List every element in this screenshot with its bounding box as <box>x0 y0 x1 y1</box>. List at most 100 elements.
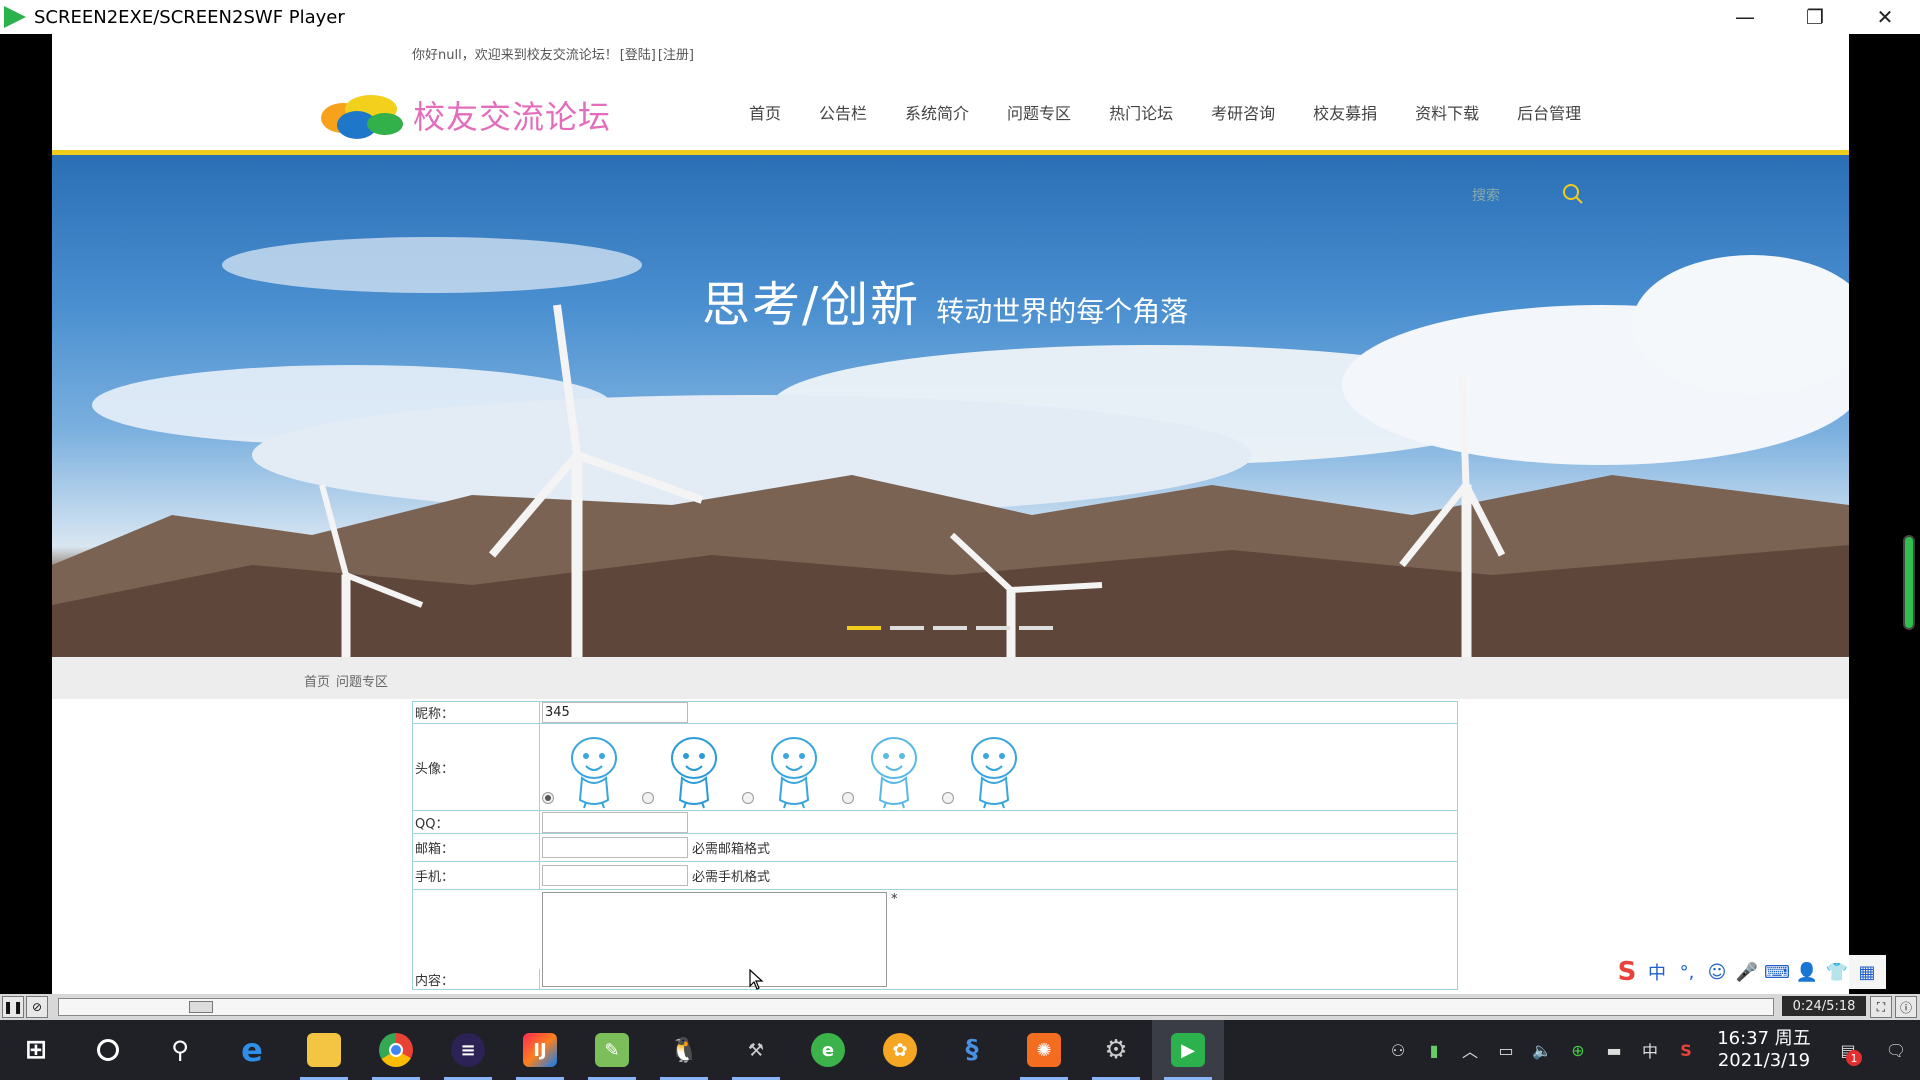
ime-punctuation-icon[interactable]: °, <box>1672 958 1702 986</box>
login-link[interactable]: [登陆] <box>620 48 656 63</box>
clock-date: 2021/3/19 <box>1717 1050 1811 1071</box>
content-label: 内容： <box>413 969 540 989</box>
ime-skin-icon[interactable]: 👕 <box>1822 958 1852 986</box>
phone-input[interactable] <box>542 865 688 886</box>
settings-gear-icon[interactable]: ⚙ <box>1080 1020 1152 1080</box>
avatar-option-2[interactable] <box>642 728 732 810</box>
windows-start-icon[interactable]: ⊞ <box>0 1020 72 1080</box>
avatar-option-5[interactable] <box>942 728 1032 810</box>
ime-keyboard-icon[interactable]: ⌨ <box>1762 958 1792 986</box>
avatar-radio-3[interactable] <box>742 792 754 804</box>
taskbar-clock[interactable]: 16:37 周五 2021/3/19 <box>1704 1028 1824 1072</box>
file-explorer-icon[interactable] <box>288 1020 360 1080</box>
photo-app-icon[interactable]: ✺ <box>1008 1020 1080 1080</box>
form-row-nickname: 昵称： 345 <box>412 701 1458 724</box>
avatar-option-4[interactable] <box>842 728 932 810</box>
notepad-icon[interactable]: ✎ <box>576 1020 648 1080</box>
avatar-radio-2[interactable] <box>642 792 654 804</box>
qq-input[interactable] <box>542 811 688 833</box>
cortana-icon[interactable] <box>72 1020 144 1080</box>
side-scroll-indicator[interactable] <box>1903 535 1915 630</box>
nav-item-questions[interactable]: 问题专区 <box>1007 100 1071 124</box>
wind-turbine-scene <box>52 237 1849 657</box>
eclipse-icon[interactable]: ≡ <box>432 1020 504 1080</box>
slide-dot-5[interactable] <box>1019 626 1053 630</box>
slide-dot-4[interactable] <box>976 626 1010 630</box>
avatar-radio-1[interactable] <box>542 792 554 804</box>
minimize-button[interactable]: — <box>1710 0 1780 34</box>
edge-icon[interactable]: e <box>216 1020 288 1080</box>
banner-headline-main: 思考/创新 <box>702 277 921 333</box>
nav-item-downloads[interactable]: 资料下载 <box>1415 100 1479 124</box>
clock-time: 16:37 周五 <box>1717 1028 1811 1049</box>
restore-button[interactable]: ❐ <box>1780 0 1850 34</box>
breadcrumb-home[interactable]: 首页 <box>304 675 330 690</box>
avatar-radio-5[interactable] <box>942 792 954 804</box>
ime-user-icon[interactable]: 👤 <box>1792 958 1822 986</box>
nav-item-donation[interactable]: 校友募捐 <box>1313 100 1377 124</box>
sogou-logo-icon[interactable]: S <box>1612 957 1642 987</box>
nav-item-hot-forum[interactable]: 热门论坛 <box>1109 100 1173 124</box>
intellij-icon[interactable]: IJ <box>504 1020 576 1080</box>
power-icon[interactable]: ▬ <box>1596 1020 1632 1080</box>
language-indicator[interactable]: 中 <box>1632 1020 1668 1080</box>
form-row-phone: 手机： 必需手机格式 <box>412 862 1458 890</box>
avatar-option-3[interactable] <box>742 728 832 810</box>
sogou-tray-icon[interactable]: S <box>1668 1020 1704 1080</box>
chevron-up-icon[interactable]: ︿ <box>1452 1020 1488 1080</box>
nav-item-grad-consult[interactable]: 考研咨询 <box>1211 100 1275 124</box>
ime-chinese-mode-icon[interactable]: 中 <box>1642 958 1672 986</box>
banner-headline: 思考/创新 转动世界的每个角落 <box>702 265 1188 335</box>
green-plus-icon[interactable]: ⊕ <box>1560 1020 1596 1080</box>
form-row-content: 内容： * <box>412 890 1458 990</box>
player-app-icon <box>4 6 26 28</box>
banner-search-input[interactable]: 搜索 <box>1472 185 1500 205</box>
battery-tray-icon[interactable]: ▮ <box>1416 1020 1452 1080</box>
ime-voice-icon[interactable]: 🎤 <box>1732 958 1762 986</box>
stop-button[interactable]: ⊘ <box>26 996 48 1018</box>
slide-dot-1[interactable] <box>847 626 881 630</box>
avatar-image-1 <box>571 737 617 809</box>
nav-item-home[interactable]: 首页 <box>749 100 781 124</box>
nav-item-admin[interactable]: 后台管理 <box>1517 100 1581 124</box>
chrome-icon[interactable] <box>360 1020 432 1080</box>
nav-item-intro[interactable]: 系统简介 <box>905 100 969 124</box>
email-input[interactable] <box>542 837 688 858</box>
search-icon[interactable] <box>1562 183 1584 205</box>
feather-icon[interactable]: § <box>936 1020 1008 1080</box>
content-textarea[interactable] <box>542 892 887 987</box>
content-required-marker: * <box>891 892 898 907</box>
ime-emoji-icon[interactable]: ☺ <box>1702 958 1732 986</box>
slide-dot-2[interactable] <box>890 626 924 630</box>
task-badge: 1 <box>1846 1050 1862 1066</box>
qq-icon[interactable]: 🐧 <box>648 1020 720 1080</box>
page-viewport: 你好null，欢迎来到校友交流论坛！ [登陆] [注册] 校友交流论坛 首页 公告栏… <box>52 34 1849 994</box>
screen2swf-player-icon[interactable]: ▶ <box>1152 1020 1224 1080</box>
playback-progress-thumb[interactable] <box>189 1001 213 1013</box>
ime-toolbox-icon[interactable]: ▦ <box>1852 958 1882 986</box>
search-taskbar-icon[interactable]: ⚲ <box>144 1020 216 1080</box>
tools-icon[interactable]: ⚒ <box>720 1020 792 1080</box>
display-icon[interactable]: ▭ <box>1488 1020 1524 1080</box>
pause-button[interactable]: ❚❚ <box>2 996 24 1018</box>
info-button[interactable]: ⓘ <box>1895 996 1917 1018</box>
avatar-radio-4[interactable] <box>842 792 854 804</box>
site-logo[interactable]: 校友交流论坛 <box>317 89 611 141</box>
nav-item-notice[interactable]: 公告栏 <box>819 100 867 124</box>
slide-dot-3[interactable] <box>933 626 967 630</box>
task-manager-icon[interactable]: ▤ 1 <box>1824 1020 1872 1080</box>
action-center-icon[interactable]: 🗨 <box>1872 1020 1920 1080</box>
volume-icon[interactable]: 🔈 <box>1524 1020 1560 1080</box>
playback-progress-track[interactable] <box>58 998 1774 1016</box>
nickname-input[interactable]: 345 <box>542 702 688 723</box>
avatar-image-2 <box>671 737 717 809</box>
browser-360-icon[interactable]: e <box>792 1020 864 1080</box>
close-button[interactable]: ✕ <box>1850 0 1920 34</box>
register-link[interactable]: [注册] <box>658 48 694 63</box>
player-control-bar: ❚❚ ⊘ 0:24/5:18 ⛶ ⓘ <box>0 994 1920 1020</box>
fullscreen-button[interactable]: ⛶ <box>1870 996 1892 1018</box>
avatar-image-5 <box>971 737 1017 809</box>
avatar-option-1[interactable] <box>542 728 632 810</box>
people-icon[interactable]: ⚇ <box>1380 1020 1416 1080</box>
sunflower-icon[interactable]: ✿ <box>864 1020 936 1080</box>
